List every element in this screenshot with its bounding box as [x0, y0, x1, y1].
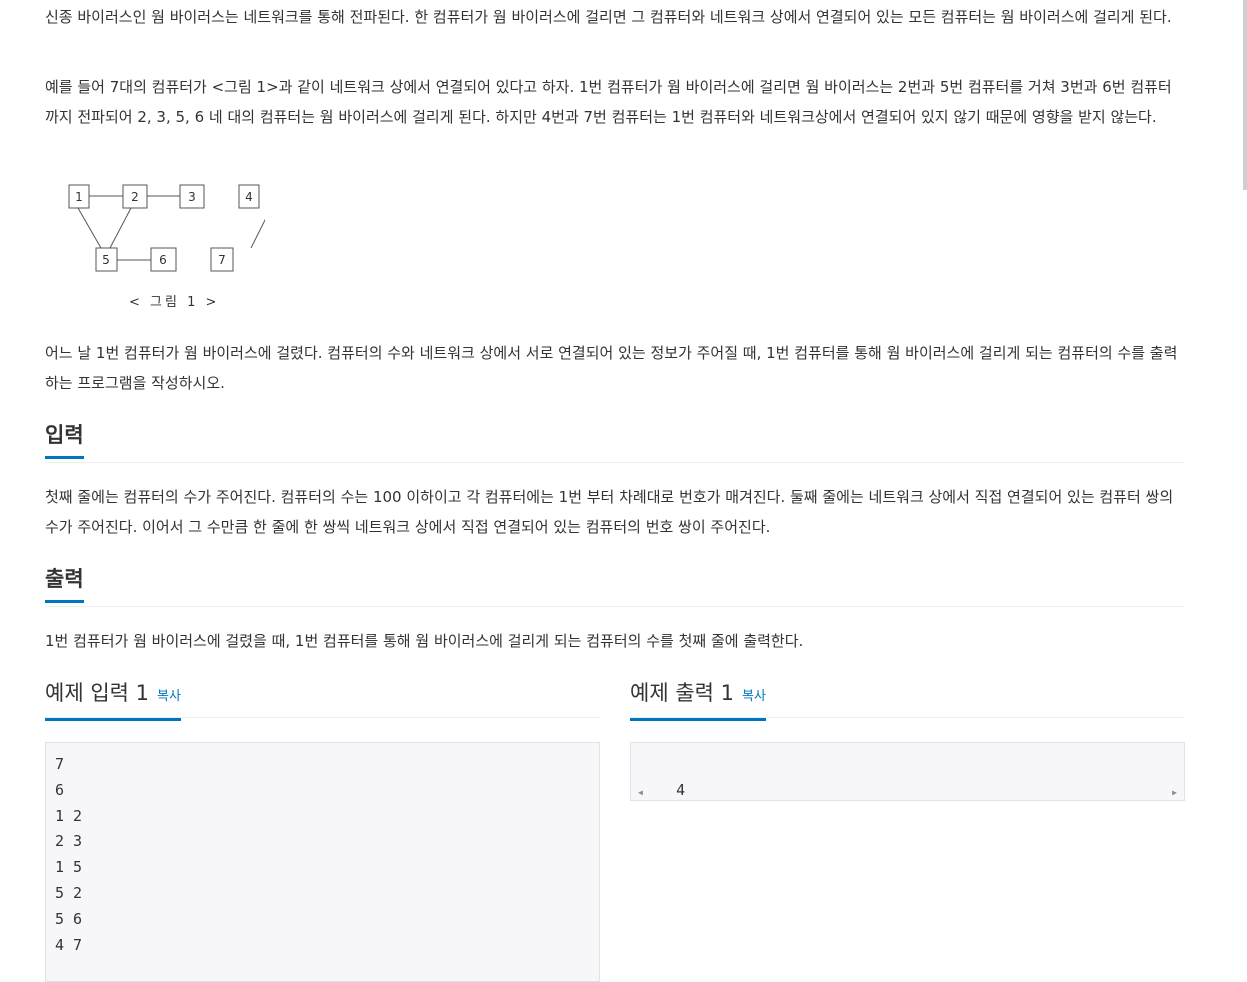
node-label-4: 4: [245, 190, 253, 204]
node-label-6: 6: [159, 253, 167, 267]
output-description: 1번 컴퓨터가 웜 바이러스에 걸렸을 때, 1번 컴퓨터를 통해 웜 바이러스…: [45, 632, 804, 650]
problem-description-p1: 신종 바이러스인 웜 바이러스는 네트워크를 통해 전파된다. 한 컴퓨터가 웜…: [45, 8, 1172, 26]
input-section-header: 입력: [45, 422, 1185, 463]
node-label-7: 7: [218, 253, 226, 267]
output-section-title: 출력: [45, 566, 84, 603]
problem-description-p2: 예를 들어 7대의 컴퓨터가 <그림 1>과 같이 네트워크 상에서 연결되어 …: [45, 78, 1172, 126]
edge-4-7: [250, 207, 272, 249]
sample-output-box[interactable]: 4 ◀ ▶: [630, 742, 1185, 801]
sample-output-title-wrap: 예제 출력 1 복사: [630, 680, 766, 721]
problem-description-p3: 어느 날 1번 컴퓨터가 웜 바이러스에 걸렸다. 컴퓨터의 수와 네트워크 상…: [45, 344, 1178, 392]
sample-output-title: 예제 출력 1: [630, 681, 734, 705]
sample-input-title-wrap: 예제 입력 1 복사: [45, 680, 181, 721]
input-section-title: 입력: [45, 422, 84, 459]
edge-5-2: [109, 207, 132, 249]
page-scrollbar[interactable]: [1243, 0, 1247, 190]
edge-1-5: [77, 207, 102, 249]
sample-input-title: 예제 입력 1: [45, 681, 149, 705]
network-figure: 1 2 3 4 5 6 7: [65, 180, 272, 280]
figure-caption: < 그림 1 >: [129, 295, 220, 310]
input-description: 첫째 줄에는 컴퓨터의 수가 주어진다. 컴퓨터의 수는 100 이하이고 각 …: [45, 488, 1174, 536]
scroll-right-arrow-icon[interactable]: ▶: [1172, 788, 1177, 798]
sample-output-hscrollbar[interactable]: ◀ ▶: [632, 787, 1183, 799]
copy-sample-input-button[interactable]: 복사: [157, 689, 181, 704]
scroll-left-arrow-icon[interactable]: ◀: [638, 788, 643, 798]
copy-sample-output-button[interactable]: 복사: [742, 689, 766, 704]
sample-output-header: 예제 출력 1 복사: [630, 680, 1185, 721]
node-label-3: 3: [188, 190, 196, 204]
output-section-header: 출력: [45, 566, 1185, 607]
node-label-2: 2: [131, 190, 139, 204]
sample-input-header: 예제 입력 1 복사: [45, 680, 600, 721]
network-graph: 1 2 3 4 5 6 7: [68, 184, 272, 272]
node-label-5: 5: [102, 253, 110, 267]
node-label-1: 1: [75, 190, 83, 204]
sample-input-box[interactable]: 7 6 1 2 2 3 1 5 5 2 5 6 4 7: [45, 742, 600, 982]
